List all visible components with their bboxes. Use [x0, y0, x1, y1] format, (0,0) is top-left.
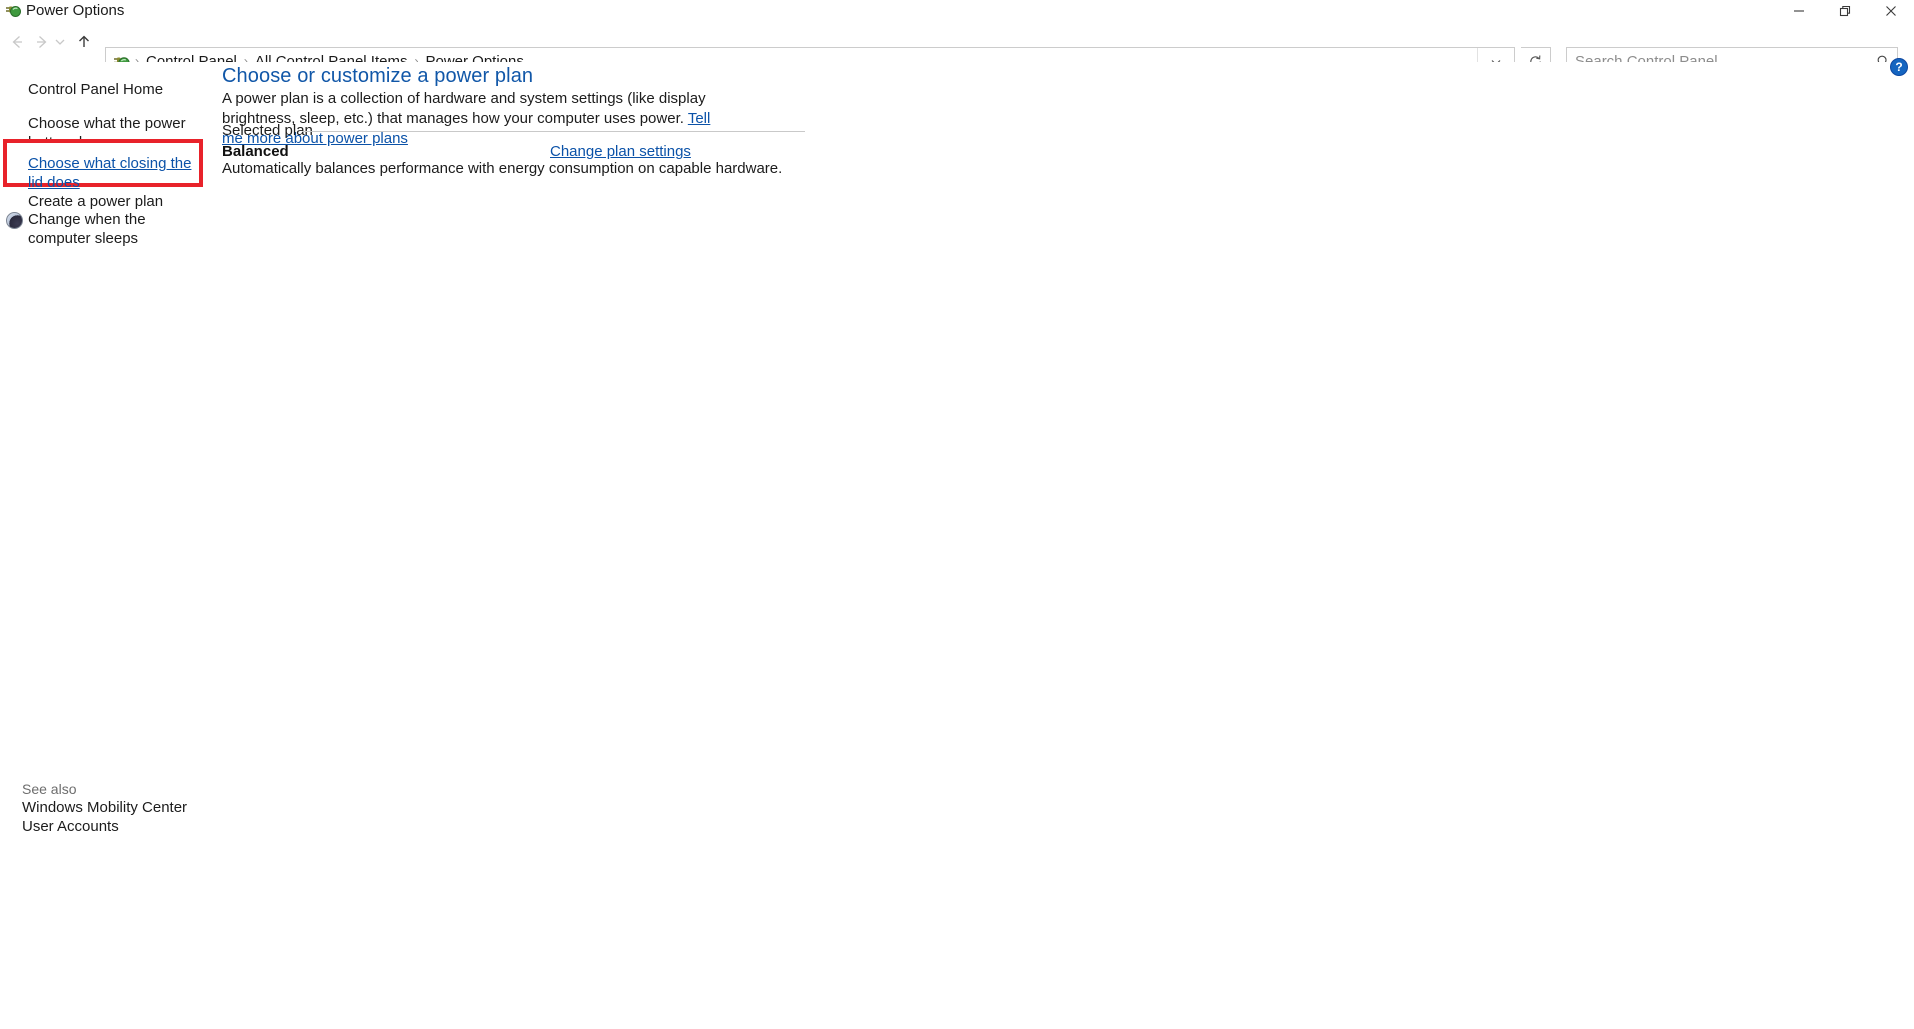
recent-locations-chevron-down-icon[interactable] — [50, 28, 70, 56]
plan-description: Automatically balances performance with … — [222, 160, 783, 177]
main-panel: Choose or customize a power plan A power… — [222, 58, 1914, 1029]
sidebar-item-change-when-computer-sleeps[interactable]: Change when the computer sleeps — [28, 210, 198, 248]
sidebar-item-create-power-plan[interactable]: Create a power plan — [28, 192, 208, 211]
sleep-moon-icon — [6, 212, 23, 229]
window-controls — [1776, 0, 1914, 22]
see-also-label: See also — [22, 781, 77, 797]
see-also-user-accounts[interactable]: User Accounts — [22, 818, 119, 835]
power-plug-icon — [4, 2, 22, 20]
close-icon[interactable] — [1868, 0, 1914, 22]
page-title: Choose or customize a power plan — [222, 65, 534, 87]
content-area: Control Panel Home Choose what the power… — [0, 58, 1914, 1029]
section-divider — [302, 131, 805, 132]
intro-paragraph: A power plan is a collection of hardware… — [222, 89, 712, 149]
change-plan-settings-link[interactable]: Change plan settings — [550, 143, 691, 160]
sidebar: Control Panel Home Choose what the power… — [0, 62, 222, 1029]
selected-plan-header: Selected plan — [222, 122, 313, 139]
window-title: Power Options — [26, 2, 125, 19]
sidebar-item-choose-closing-lid[interactable]: Choose what closing the lid does — [28, 154, 203, 192]
restore-icon[interactable] — [1822, 0, 1868, 22]
help-icon[interactable]: ? — [1890, 58, 1908, 76]
plan-name: Balanced — [222, 143, 289, 160]
title-bar: Power Options — [0, 0, 1914, 22]
see-also-windows-mobility-center[interactable]: Windows Mobility Center — [22, 799, 187, 816]
up-arrow-icon[interactable] — [70, 28, 98, 56]
navigation-bar: › Control Panel › All Control Panel Item… — [0, 22, 1914, 76]
sidebar-item-control-panel-home[interactable]: Control Panel Home — [28, 80, 208, 99]
back-arrow-icon[interactable] — [3, 28, 31, 56]
minimize-icon[interactable] — [1776, 0, 1822, 22]
